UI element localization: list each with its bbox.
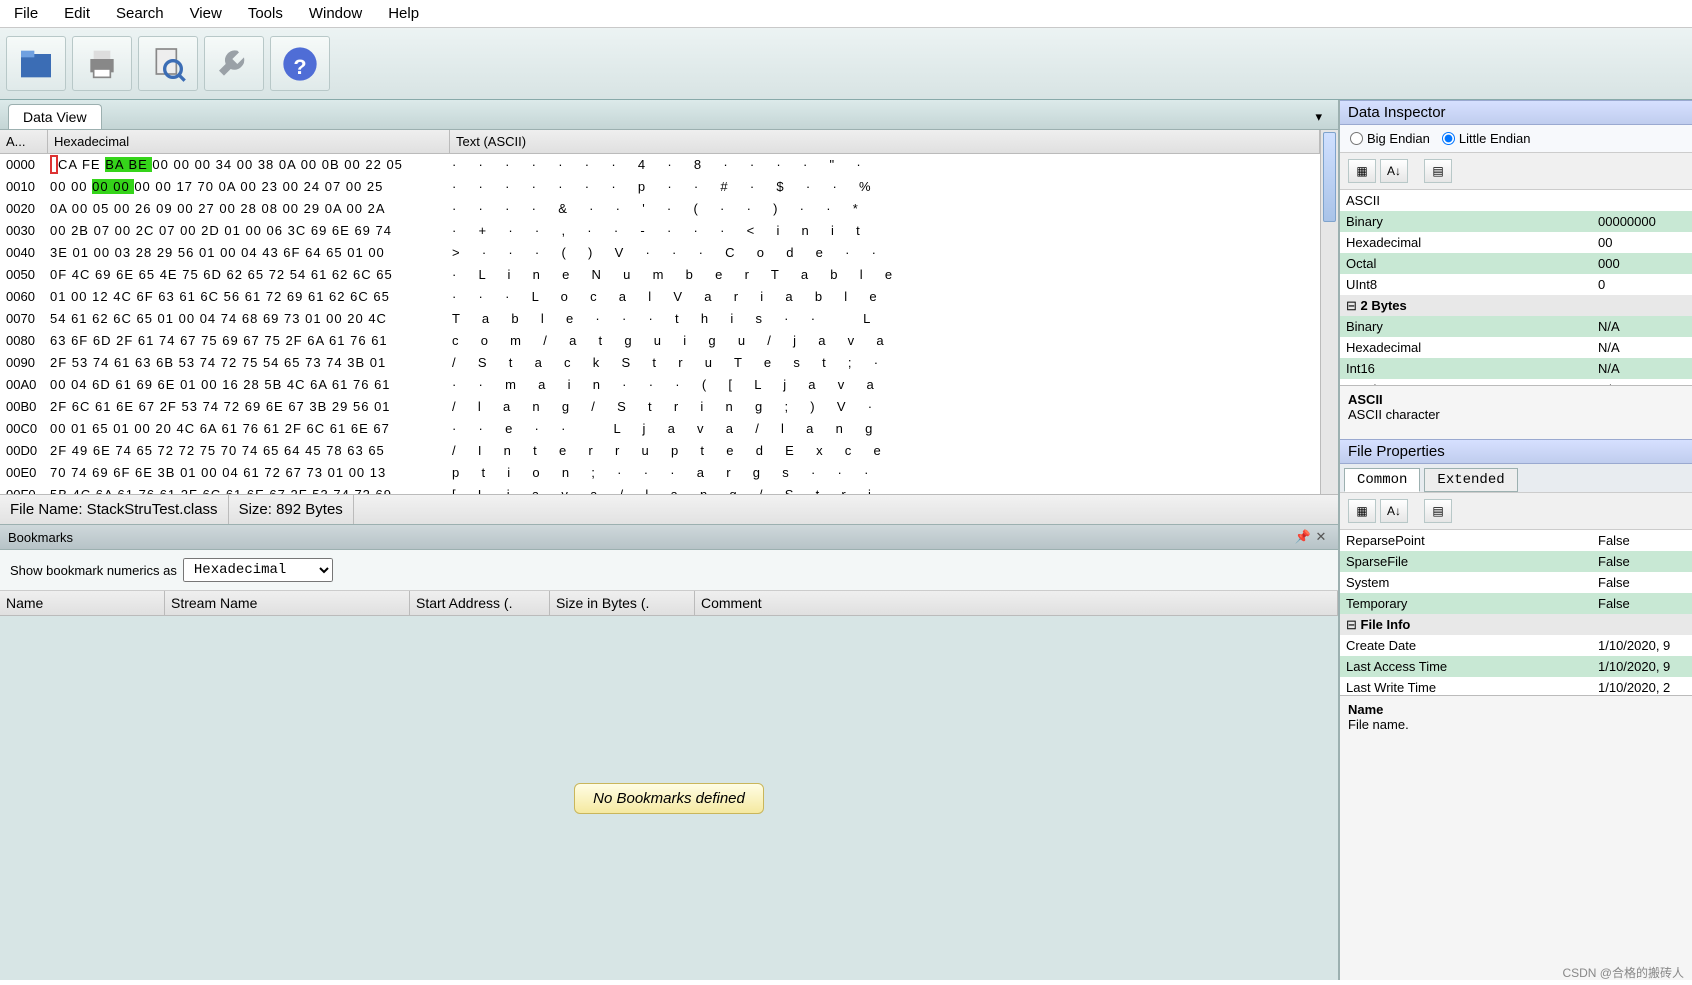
status-bar: File Name: StackStruTest.class Size: 892… (0, 494, 1338, 524)
file-properties-title: File Properties (1340, 439, 1692, 464)
menu-window[interactable]: Window (309, 5, 362, 22)
hex-row[interactable]: 00200A 00 05 00 26 09 00 27 00 28 08 00 … (0, 198, 1320, 220)
di-sort-icon[interactable]: A↓ (1380, 159, 1408, 183)
di-categorize-icon[interactable]: ▦ (1348, 159, 1376, 183)
grid-row[interactable]: Last Access Time1/10/2020, 9 (1340, 656, 1692, 677)
grid-row[interactable]: Int16N/A (1340, 358, 1692, 379)
hex-row[interactable]: 00500F 4C 69 6E 65 4E 75 6D 62 65 72 54 … (0, 264, 1320, 286)
hex-row[interactable]: 00C000 01 65 01 00 20 4C 6A 61 76 61 2F … (0, 418, 1320, 440)
hex-row[interactable]: 00403E 01 00 03 28 29 56 01 00 04 43 6F … (0, 242, 1320, 264)
bookmarks-header: Name Stream Name Start Address (. Size i… (0, 591, 1338, 616)
bookmarks-numerics-label: Show bookmark numerics as (10, 563, 177, 578)
tab-dropdown-icon[interactable]: ▾ (1307, 105, 1330, 129)
menu-view[interactable]: View (190, 5, 222, 22)
hex-row[interactable]: 001000 00 00 00 00 00 17 70 0A 00 23 00 … (0, 176, 1320, 198)
tab-common[interactable]: Common (1344, 468, 1420, 492)
bookmarks-numerics-select[interactable]: Hexadecimal (183, 558, 333, 582)
hex-row[interactable]: 00B02F 6C 61 6E 67 2F 53 74 72 69 6E 67 … (0, 396, 1320, 418)
help-button[interactable]: ? (270, 36, 330, 91)
file-properties-grid[interactable]: ReparsePointFalseSparseFileFalseSystemFa… (1340, 530, 1692, 695)
data-inspector-title: Data Inspector (1340, 100, 1692, 125)
grid-row[interactable]: SparseFileFalse (1340, 551, 1692, 572)
hex-row[interactable]: 00E070 74 69 6F 6E 3B 01 00 04 61 72 67 … (0, 462, 1320, 484)
open-button[interactable] (6, 36, 66, 91)
fp-categorize-icon[interactable]: ▦ (1348, 499, 1376, 523)
svg-text:?: ? (293, 54, 306, 79)
hex-row[interactable]: 00F05B 4C 6A 61 76 61 2F 6C 61 6E 67 2F … (0, 484, 1320, 494)
tab-extended[interactable]: Extended (1424, 468, 1517, 492)
menu-search[interactable]: Search (116, 5, 164, 22)
big-endian-radio[interactable]: Big Endian (1350, 131, 1430, 146)
data-inspector-grid[interactable]: ASCIIBinary00000000Hexadecimal00Octal000… (1340, 190, 1692, 385)
bookmarks-body: No Bookmarks defined (0, 616, 1338, 980)
grid-row[interactable]: UInt80 (1340, 274, 1692, 295)
fp-view-icon[interactable]: ▤ (1424, 499, 1452, 523)
hex-row[interactable]: 007054 61 62 6C 65 01 00 04 74 68 69 73 … (0, 308, 1320, 330)
hex-row[interactable]: 0000CA FE BA BE 00 00 00 34 00 38 0A 00 … (0, 154, 1320, 176)
grid-row[interactable]: ReparsePointFalse (1340, 530, 1692, 551)
grid-row[interactable]: HexadecimalN/A (1340, 337, 1692, 358)
tab-data-view[interactable]: Data View (8, 104, 102, 129)
col-text: Text (ASCII) (450, 130, 1320, 153)
grid-row[interactable]: Octal000 (1340, 253, 1692, 274)
close-icon[interactable]: ✕ (1312, 529, 1330, 545)
status-filename: File Name: StackStruTest.class (0, 495, 229, 524)
tools-button[interactable] (204, 36, 264, 91)
menu-bar: File Edit Search View Tools Window Help (0, 0, 1692, 28)
hex-row[interactable]: 00D02F 49 6E 74 65 72 72 75 70 74 65 64 … (0, 440, 1320, 462)
grid-row[interactable]: BinaryN/A (1340, 316, 1692, 337)
col-hex: Hexadecimal (48, 130, 450, 153)
col-address: A... (0, 130, 48, 153)
menu-help[interactable]: Help (388, 5, 419, 22)
hex-tab-row: Data View ▾ (0, 100, 1338, 130)
grid-row[interactable]: Create Date1/10/2020, 9 (1340, 635, 1692, 656)
menu-file[interactable]: File (14, 5, 38, 22)
little-endian-radio[interactable]: Little Endian (1442, 131, 1531, 146)
data-inspector-desc: ASCIIASCII character (1340, 385, 1692, 439)
main-toolbar: ? (0, 28, 1692, 100)
status-size: Size: 892 Bytes (229, 495, 354, 524)
menu-tools[interactable]: Tools (248, 5, 283, 22)
pin-icon[interactable]: 📌 (1294, 529, 1312, 545)
grid-row[interactable]: TemporaryFalse (1340, 593, 1692, 614)
hex-row[interactable]: 00902F 53 74 61 63 6B 53 74 72 75 54 65 … (0, 352, 1320, 374)
bookmarks-title-bar: Bookmarks 📌 ✕ (0, 524, 1338, 550)
hex-panel: A... Hexadecimal Text (ASCII) 0000CA FE … (0, 130, 1338, 494)
di-view-icon[interactable]: ▤ (1424, 159, 1452, 183)
print-button[interactable] (72, 36, 132, 91)
file-properties-desc: NameFile name. (1340, 695, 1692, 749)
grid-row[interactable]: ASCII (1340, 190, 1692, 211)
hex-row[interactable]: 006001 00 12 4C 6F 63 61 6C 56 61 72 69 … (0, 286, 1320, 308)
grid-row[interactable]: SystemFalse (1340, 572, 1692, 593)
hex-row[interactable]: 003000 2B 07 00 2C 07 00 2D 01 00 06 3C … (0, 220, 1320, 242)
grid-row[interactable]: Last Write Time1/10/2020, 2 (1340, 677, 1692, 695)
watermark: CSDN @合格的搬砖人 (1562, 964, 1684, 981)
hex-row[interactable]: 00A000 04 6D 61 69 6E 01 00 16 28 5B 4C … (0, 374, 1320, 396)
grid-row[interactable]: 2 Bytes (1340, 295, 1692, 316)
grid-row[interactable]: Binary00000000 (1340, 211, 1692, 232)
hex-row[interactable]: 008063 6F 6D 2F 61 74 67 75 69 67 75 2F … (0, 330, 1320, 352)
bookmarks-title: Bookmarks (8, 530, 73, 545)
menu-edit[interactable]: Edit (64, 5, 90, 22)
fp-sort-icon[interactable]: A↓ (1380, 499, 1408, 523)
grid-row[interactable]: File Info (1340, 614, 1692, 635)
hex-scrollbar[interactable] (1320, 130, 1338, 494)
bookmarks-empty-label: No Bookmarks defined (574, 783, 764, 814)
hex-rows[interactable]: 0000CA FE BA BE 00 00 00 34 00 38 0A 00 … (0, 154, 1320, 494)
grid-row[interactable]: Hexadecimal00 (1340, 232, 1692, 253)
find-button[interactable] (138, 36, 198, 91)
